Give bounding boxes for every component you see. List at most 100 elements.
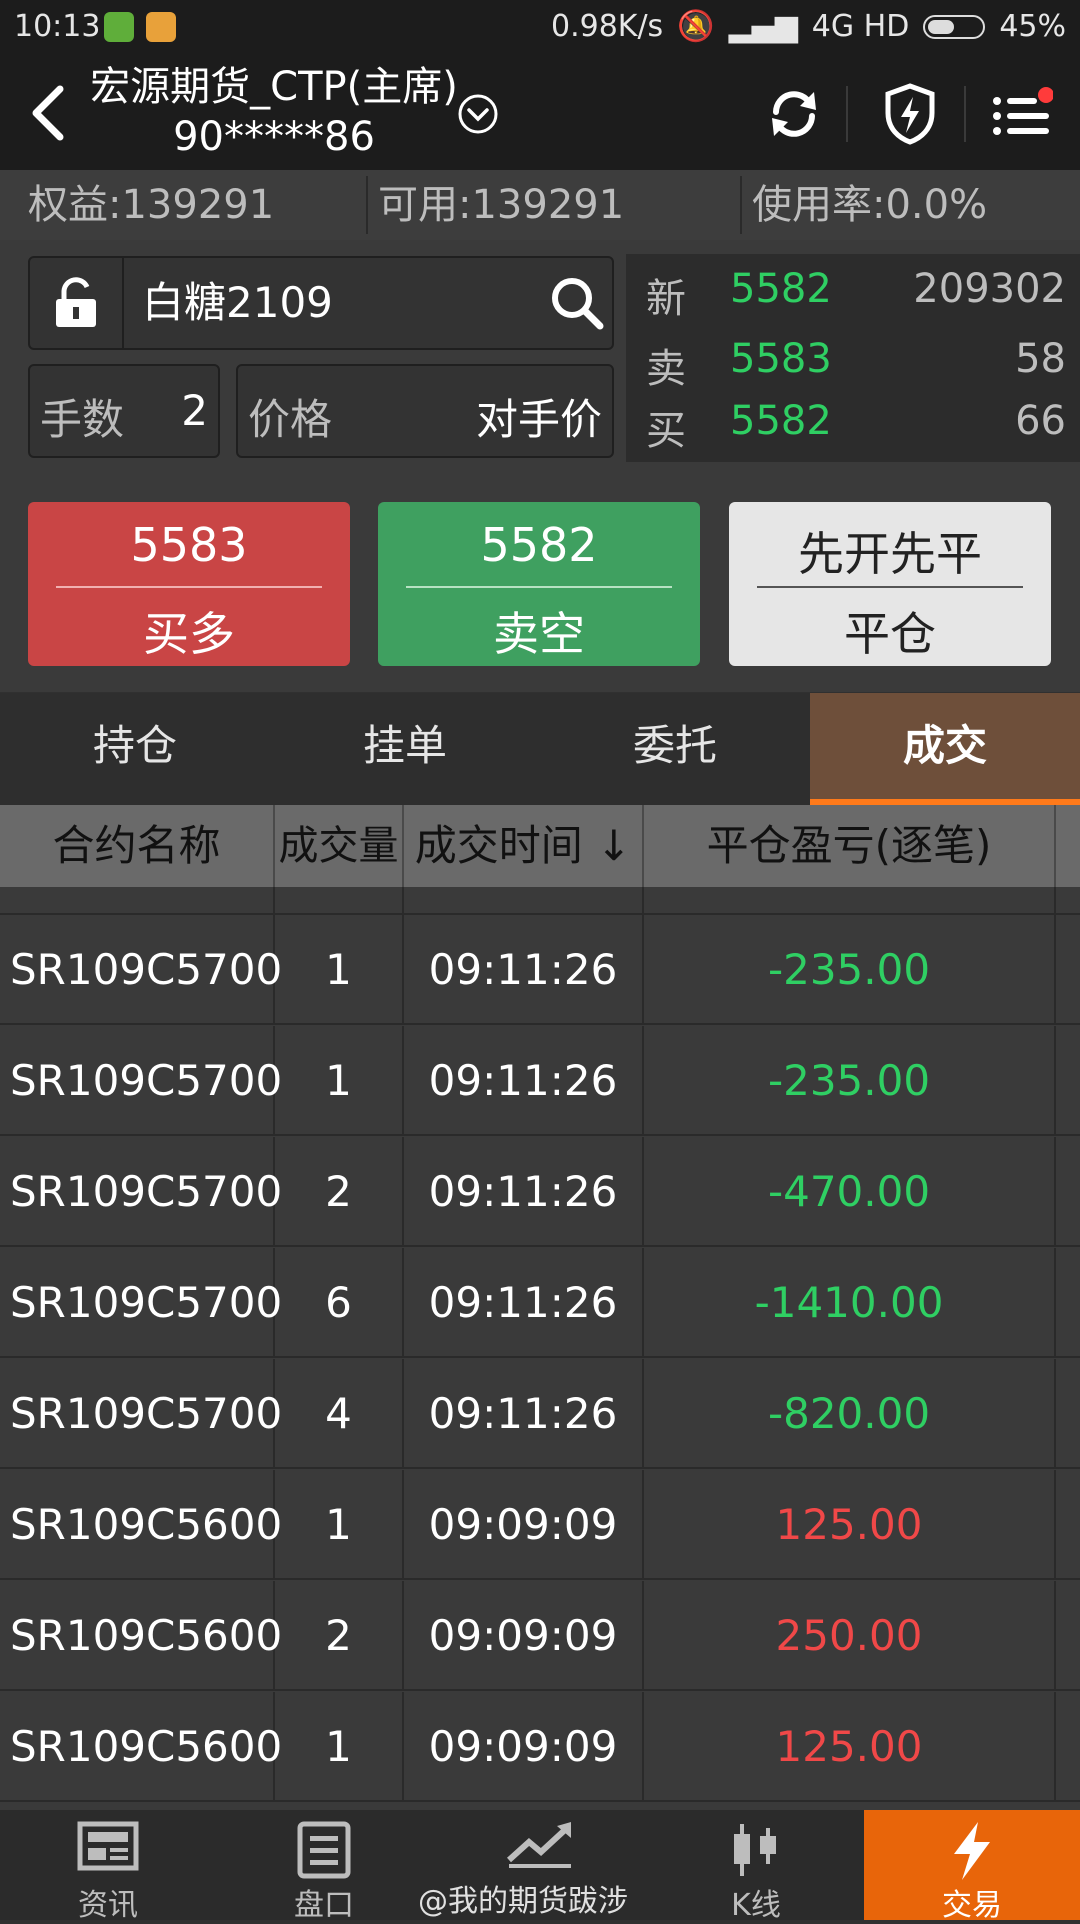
cell-qty: 1 [275,1470,404,1580]
trend-chart-icon [506,1822,571,1868]
cell-contract: SR109C5600 [0,1470,282,1580]
cell-contract: SR109C5700 [0,1026,282,1136]
cell-time: 09:11:26 [404,915,644,1025]
network-type: 4G HD [811,9,910,44]
nav-orderbook-label: 盘口 [294,1888,354,1923]
refresh-icon [772,91,816,137]
newspaper-icon [77,1821,139,1871]
table-row[interactable]: SR109C5600 1 09:09:09 125.00 [0,1692,1080,1802]
buy-long-button[interactable]: 5583 买多 [28,502,350,666]
status-right: 0.98K/s 🔕 ▂▄▆ 4G HD 45% [551,9,1066,44]
cell-time: 09:09:09 [404,1692,644,1802]
broker-title: 宏源期货_CTP(主席) [90,64,458,110]
nav-orderbook[interactable]: 盘口 [216,1810,432,1923]
lots-label: 手数 [40,395,125,444]
chevron-down-icon [458,94,498,134]
cell-time: 09:11:26 [404,1359,644,1469]
menu-button[interactable] [986,82,1058,146]
usage-rate: 使用率:0.0% [752,182,988,228]
nav-trade[interactable]: 交易 [864,1810,1080,1923]
cell-contract: SR109C5700 [0,1359,282,1469]
volume: 209302 [913,266,1066,312]
search-icon [552,278,604,330]
bid-price: 5582 [730,398,832,444]
battery-icon [923,14,986,39]
conditional-order-button[interactable] [872,80,948,148]
cell-pnl: 125.00 [644,1692,1056,1802]
table-row[interactable]: SR109C5700 6 09:11:26 -1410.00 [0,1248,1080,1358]
quote-panel: 新 5582 209302 卖 5583 58 买 5582 66 [626,254,1080,462]
unlock-icon [56,277,96,327]
lots-field[interactable]: 手数 2 [28,364,220,458]
ask-row: 卖 5583 58 [646,336,1066,392]
header-contract[interactable]: 合约名称 [0,805,275,887]
table-row[interactable]: SR109C5700 2 09:11:26 -470.00 [0,1137,1080,1247]
network-speed: 0.98K/s [550,9,664,44]
lightning-icon [954,1822,990,1880]
back-button[interactable] [18,80,78,146]
cell-qty: 1 [275,1026,404,1136]
table-row[interactable]: SR109C5600 2 09:09:09 250.00 [0,1581,1080,1691]
cell-time: 09:11:26 [404,1026,644,1136]
header-time[interactable]: 成交时间 ↓ [404,805,644,887]
tab-pending[interactable]: 挂单 [270,693,540,805]
account-selector[interactable]: 宏源期货_CTP(主席) 90*****86 [84,62,464,162]
table-row[interactable]: SR109C5600 1 09:09:09 125.00 [0,1470,1080,1580]
trades-table[interactable]: 合约名称 成交量 成交时间 ↓ 平仓盈亏(逐笔) SR109C5700 9 09… [0,805,1080,1810]
order-panel: 白糖2109 手数 2 价格 对手价 新 5582 209302 卖 5583 … [0,240,1080,692]
lock-button[interactable] [30,258,124,348]
nav-kline[interactable]: K线 [648,1810,864,1923]
tab-trades[interactable]: 成交 [810,693,1080,805]
tab-bar: 持仓 挂单 委托 成交 [0,693,1080,805]
bid-label: 买 [646,408,686,454]
ask-price: 5583 [730,336,832,382]
cell-time: 09:09:09 [404,1581,644,1691]
nav-news[interactable]: 资讯 [0,1810,216,1923]
table-header: 合约名称 成交量 成交时间 ↓ 平仓盈亏(逐笔) [0,805,1080,887]
account-summary: 权益:139291 可用:139291 使用率:0.0% [0,170,1080,240]
price-value: 对手价 [475,395,602,444]
watermark: @我的期货跋涉 [418,1884,628,1919]
cell-pnl: -1410.00 [644,1248,1056,1358]
shield-lightning-icon [885,83,935,145]
buy-price: 5583 [130,518,248,572]
close-mode: 先开先平 [798,527,982,581]
table-row[interactable]: SR109C5700 1 09:11:26 -235.00 [0,1026,1080,1136]
refresh-button[interactable] [756,82,832,146]
close-position-button[interactable]: 先开先平 平仓 [729,502,1051,666]
tab-orders[interactable]: 委托 [540,693,810,805]
cell-pnl: -470.00 [644,1137,1056,1247]
price-field[interactable]: 价格 对手价 [236,364,614,458]
account-dropdown-button[interactable] [456,92,500,136]
ask-qty: 58 [1015,336,1066,382]
sell-price: 5582 [480,518,598,572]
equity-value: 权益:139291 [28,182,275,228]
table-row[interactable]: SR109C5700 4 09:11:26 -820.00 [0,1359,1080,1469]
shield-app-icon [104,12,134,42]
nav-kline-label: K线 [731,1888,781,1923]
bid-row: 买 5582 66 [646,398,1066,454]
header-qty[interactable]: 成交量 [275,805,404,887]
top-nav: 宏源期货_CTP(主席) 90*****86 [0,56,1080,170]
last-label: 新 [646,276,686,322]
tab-positions[interactable]: 持仓 [0,693,270,805]
cell-qty: 2 [275,1581,404,1691]
cell-pnl: 125.00 [644,1470,1056,1580]
sell-short-button[interactable]: 5582 卖空 [378,502,700,666]
cell-qty: 6 [275,1248,404,1358]
ask-label: 卖 [646,346,686,392]
search-button[interactable] [550,276,606,332]
buy-label: 买多 [143,607,235,661]
menu-list-icon [993,87,1053,135]
cell-contract: SR109C5700 [0,1137,282,1247]
table-row[interactable]: SR109C5700 1 09:11:26 -235.00 [0,915,1080,1025]
header-pnl[interactable]: 平仓盈亏(逐笔) [644,805,1056,887]
cell-time: 09:11:26 [404,1248,644,1358]
cell-contract: SR109C5700 [0,915,282,1025]
status-time: 10:13 [14,9,101,44]
contract-box: 白糖2109 [28,256,614,350]
contract-input[interactable]: 白糖2109 [142,258,333,348]
nav-trade-label: 交易 [942,1888,1002,1923]
signal-icon: ▂▄▆ [728,9,798,44]
cell-pnl: -235.00 [644,1026,1056,1136]
